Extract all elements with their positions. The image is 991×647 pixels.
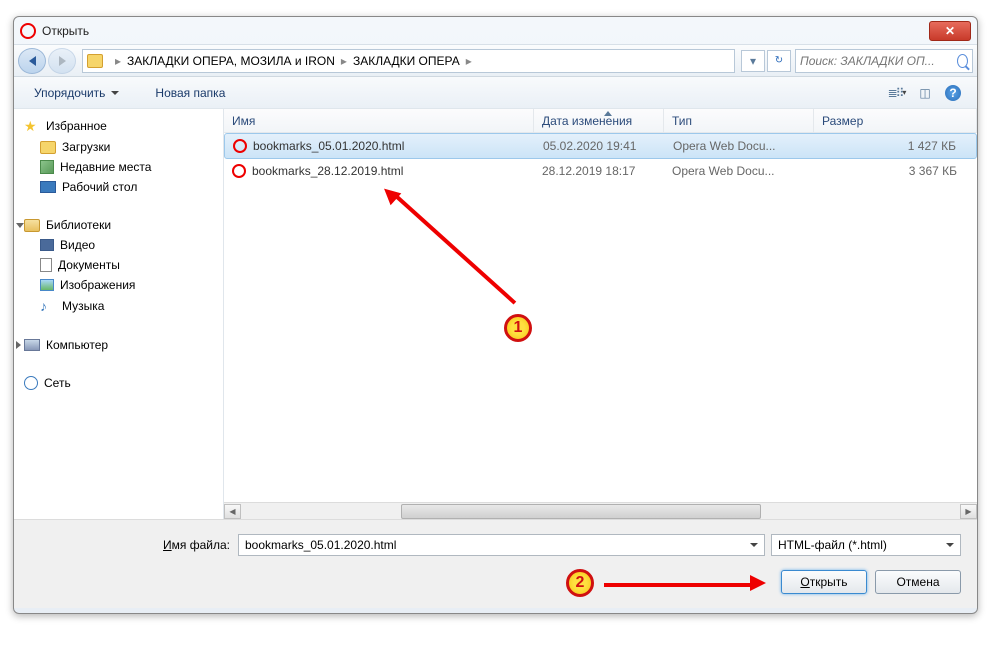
sidebar-desktop[interactable]: Рабочий стол <box>14 177 223 197</box>
window-title: Открыть <box>42 24 929 38</box>
sidebar-videos[interactable]: Видео <box>14 235 223 255</box>
back-button[interactable] <box>18 48 46 74</box>
search-input[interactable] <box>800 54 957 68</box>
file-area: Имя Дата изменения Тип Размер bookmarks_… <box>224 109 977 519</box>
file-name: bookmarks_28.12.2019.html <box>252 164 403 178</box>
places-icon <box>40 160 54 174</box>
search-box[interactable] <box>795 49 973 73</box>
scroll-right-button[interactable]: ▶ <box>960 504 977 519</box>
sort-ascending-icon <box>604 111 612 116</box>
file-name: bookmarks_05.01.2020.html <box>253 139 404 153</box>
sidebar-downloads[interactable]: Загрузки <box>14 137 223 157</box>
toolbar: Упорядочить Новая папка ≣⠿▾ ◫ ? <box>14 77 977 109</box>
file-size: 3 367 КБ <box>814 162 977 180</box>
file-row[interactable]: bookmarks_05.01.2020.html 05.02.2020 19:4… <box>224 133 977 159</box>
navigation-bar: ▸ ЗАКЛАДКИ ОПЕРА, МОЗИЛА и IRON ▸ ЗАКЛАД… <box>14 45 977 77</box>
breadcrumb[interactable]: ▸ ЗАКЛАДКИ ОПЕРА, МОЗИЛА и IRON ▸ ЗАКЛАД… <box>82 49 735 73</box>
arrow-right-icon <box>59 56 66 66</box>
filename-label: Имя файла: <box>30 538 230 552</box>
open-file-dialog: Открыть ✕ ▸ ЗАКЛАДКИ ОПЕРА, МОЗИЛА и IRO… <box>13 16 978 614</box>
column-headers: Имя Дата изменения Тип Размер <box>224 109 977 133</box>
breadcrumb-item[interactable]: ЗАКЛАДКИ ОПЕРА, МОЗИЛА и IRON <box>127 54 335 68</box>
file-size: 1 427 КБ <box>815 137 976 155</box>
refresh-button[interactable]: ↻ <box>767 50 791 72</box>
open-button[interactable]: Открыть <box>781 570 867 594</box>
arrow-left-icon <box>29 56 36 66</box>
file-type: Opera Web Docu... <box>665 137 815 155</box>
sidebar-favorites[interactable]: ★Избранное <box>14 115 223 137</box>
close-button[interactable]: ✕ <box>929 21 971 41</box>
sidebar: ★Избранное Загрузки Недавние места Рабоч… <box>14 109 224 519</box>
sidebar-documents[interactable]: Документы <box>14 255 223 275</box>
history-dropdown[interactable]: ▾ <box>741 50 765 72</box>
titlebar: Открыть ✕ <box>14 17 977 45</box>
file-type-filter[interactable]: HTML-файл (*.html) <box>771 534 961 556</box>
star-icon: ★ <box>24 118 40 134</box>
chevron-right-icon: ▸ <box>341 54 347 68</box>
view-options-button[interactable]: ≣⠿▾ <box>885 82 909 104</box>
library-icon <box>24 219 40 232</box>
desktop-icon <box>40 181 56 193</box>
scroll-left-button[interactable]: ◀ <box>224 504 241 519</box>
file-list: bookmarks_05.01.2020.html 05.02.2020 19:4… <box>224 133 977 502</box>
folder-icon <box>40 141 56 154</box>
cancel-button[interactable]: Отмена <box>875 570 961 594</box>
computer-icon <box>24 339 40 351</box>
file-date: 05.02.2020 19:41 <box>535 137 665 155</box>
network-icon <box>24 376 38 390</box>
new-folder-button[interactable]: Новая папка <box>147 82 233 104</box>
organize-button[interactable]: Упорядочить <box>26 82 127 104</box>
video-icon <box>40 239 54 251</box>
dialog-footer: Имя файла: bookmarks_05.01.2020.html HTM… <box>14 519 977 608</box>
scrollbar-thumb[interactable] <box>401 504 761 519</box>
help-icon: ? <box>945 85 961 101</box>
opera-file-icon <box>232 164 246 178</box>
document-icon <box>40 258 52 272</box>
chevron-down-icon <box>16 223 24 228</box>
chevron-right-icon: ▸ <box>115 54 121 68</box>
opera-file-icon <box>233 139 247 153</box>
sidebar-libraries[interactable]: Библиотеки <box>14 215 223 235</box>
column-name[interactable]: Имя <box>224 109 534 132</box>
forward-button[interactable] <box>48 48 76 74</box>
preview-pane-button[interactable]: ◫ <box>913 82 937 104</box>
chevron-down-icon[interactable] <box>750 543 758 547</box>
breadcrumb-item[interactable]: ЗАКЛАДКИ ОПЕРА <box>353 54 460 68</box>
sidebar-music[interactable]: ♪Музыка <box>14 295 223 317</box>
sidebar-images[interactable]: Изображения <box>14 275 223 295</box>
dialog-body: ★Избранное Загрузки Недавние места Рабоч… <box>14 109 977 519</box>
chevron-right-icon: ▸ <box>466 54 472 68</box>
help-button[interactable]: ? <box>941 82 965 104</box>
search-icon <box>957 54 968 68</box>
file-row[interactable]: bookmarks_28.12.2019.html 28.12.2019 18:1… <box>224 159 977 183</box>
column-type[interactable]: Тип <box>664 109 814 132</box>
column-size[interactable]: Размер <box>814 109 977 132</box>
sidebar-recent-places[interactable]: Недавние места <box>14 157 223 177</box>
column-date[interactable]: Дата изменения <box>534 109 664 132</box>
file-type: Opera Web Docu... <box>664 162 814 180</box>
chevron-right-icon <box>16 341 21 349</box>
folder-icon <box>87 54 103 68</box>
sidebar-computer[interactable]: Компьютер <box>14 335 223 355</box>
image-icon <box>40 279 54 291</box>
file-date: 28.12.2019 18:17 <box>534 162 664 180</box>
music-icon: ♪ <box>40 298 56 314</box>
chevron-down-icon <box>111 91 119 95</box>
opera-icon <box>20 23 36 39</box>
horizontal-scrollbar[interactable]: ◀ ▶ <box>224 502 977 519</box>
chevron-down-icon <box>946 543 954 547</box>
filename-input[interactable]: bookmarks_05.01.2020.html <box>238 534 765 556</box>
sidebar-network[interactable]: Сеть <box>14 373 223 393</box>
close-icon: ✕ <box>945 24 955 38</box>
